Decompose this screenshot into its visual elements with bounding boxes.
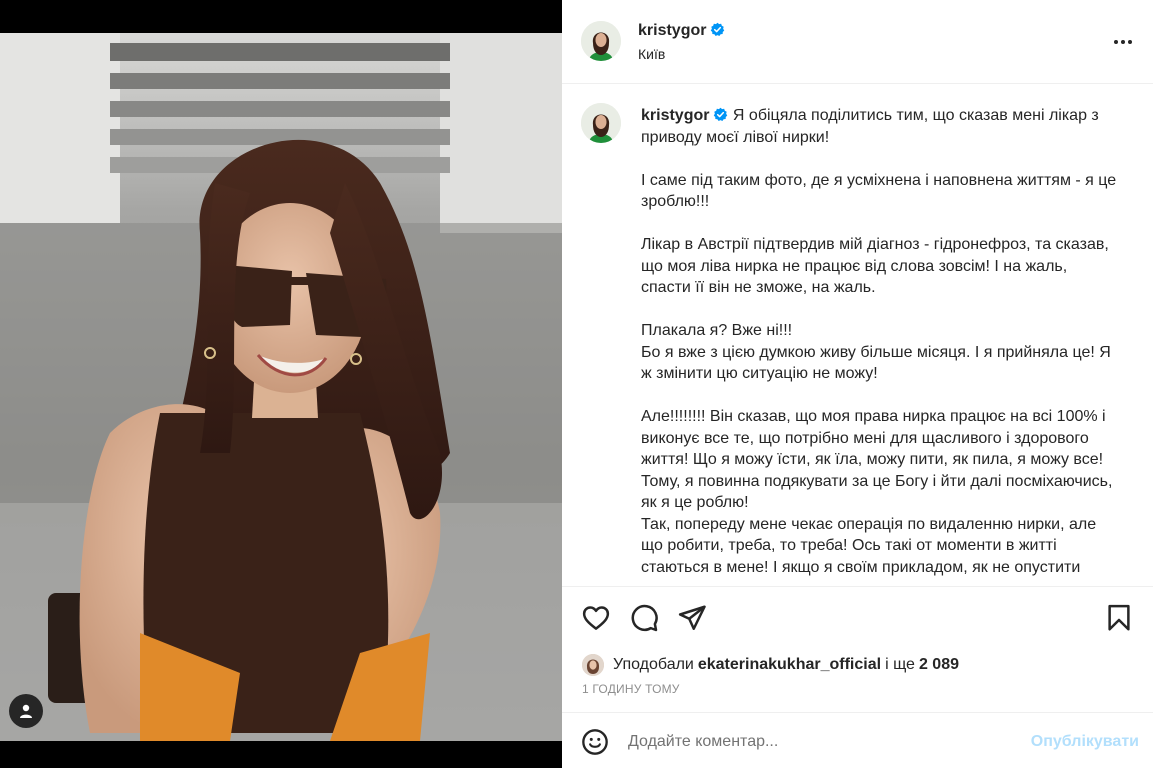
caption-paragraph: Лікар в Австрії підтвердив мій діагноз -… bbox=[641, 236, 1109, 296]
caption-paragraph: Тому, я повинна подякувати за це Богу і … bbox=[641, 472, 1113, 512]
liker-avatar[interactable] bbox=[582, 654, 604, 676]
avatar-image bbox=[581, 103, 621, 143]
photo-pane bbox=[0, 0, 562, 768]
likes-count[interactable]: 2 089 bbox=[919, 656, 959, 674]
caption-paragraph: Але!!!!!!!! Він сказав, що моя права нир… bbox=[641, 408, 1106, 468]
post-location[interactable]: Київ bbox=[638, 46, 665, 62]
likes-summary: Уподобали ekaterinakukhar_official і ще … bbox=[582, 653, 959, 677]
post-actions: Уподобали ekaterinakukhar_official і ще … bbox=[562, 586, 1153, 722]
verified-badge-icon bbox=[714, 107, 728, 121]
post-timestamp[interactable]: 1 ГОДИНУ ТОМУ bbox=[582, 682, 680, 696]
username-text[interactable]: kristygor bbox=[638, 22, 706, 39]
publish-button[interactable]: Опублікувати bbox=[1031, 733, 1139, 751]
liker-username[interactable]: ekaterinakukhar_official bbox=[698, 656, 881, 674]
user-tag-button[interactable] bbox=[9, 694, 43, 728]
caption-text: Я обіцяла поділитись тим, що сказав мені… bbox=[641, 107, 1099, 146]
liker-avatar-image bbox=[582, 654, 604, 676]
emoji-icon[interactable] bbox=[581, 728, 609, 756]
comment-bar: Опублікувати bbox=[562, 712, 1153, 768]
bookmark-icon[interactable] bbox=[1104, 603, 1134, 633]
verified-badge-icon bbox=[711, 22, 725, 36]
caption-paragraph: І саме під таким фото, де я усміхнена і … bbox=[641, 171, 1117, 211]
caption-paragraph: Бо я вже з цією думкою живу більше місяц… bbox=[641, 343, 1111, 383]
post-author-username[interactable]: kristygor bbox=[638, 22, 725, 40]
user-tag-icon bbox=[20, 704, 32, 718]
avatar-image bbox=[581, 21, 621, 61]
caption-username[interactable]: kristygor bbox=[641, 107, 709, 124]
comment-input[interactable] bbox=[628, 729, 1008, 755]
more-options-button[interactable] bbox=[1111, 30, 1135, 54]
more-dots-icon bbox=[1114, 40, 1118, 44]
post-panel: kristygor Київ kristygor Я обіцяла поділ… bbox=[562, 0, 1153, 768]
post-photo-illustration bbox=[0, 33, 562, 741]
post-photo[interactable] bbox=[0, 33, 562, 741]
heart-icon[interactable] bbox=[581, 603, 611, 633]
caption-paragraph: Плакала я? Вже ні!!! bbox=[641, 322, 793, 339]
caption-paragraph: Так, попереду мене чекає операція по вид… bbox=[641, 515, 1097, 576]
post-header: kristygor Київ bbox=[562, 0, 1153, 84]
avatar[interactable] bbox=[581, 21, 621, 61]
more-dots-icon bbox=[1121, 40, 1125, 44]
post-modal: kristygor Київ kristygor Я обіцяла поділ… bbox=[0, 0, 1153, 768]
likes-prefix: Уподобали bbox=[613, 656, 694, 673]
avatar[interactable] bbox=[581, 103, 621, 143]
paper-plane-icon[interactable] bbox=[677, 603, 707, 633]
more-dots-icon bbox=[1128, 40, 1132, 44]
caption-scroll-area[interactable]: kristygor Я обіцяла поділитись тим, що с… bbox=[562, 85, 1153, 585]
comment-icon[interactable] bbox=[629, 603, 659, 633]
likes-middle: і ще bbox=[885, 656, 915, 673]
post-caption: kristygor Я обіцяла поділитись тим, що с… bbox=[641, 105, 1121, 578]
